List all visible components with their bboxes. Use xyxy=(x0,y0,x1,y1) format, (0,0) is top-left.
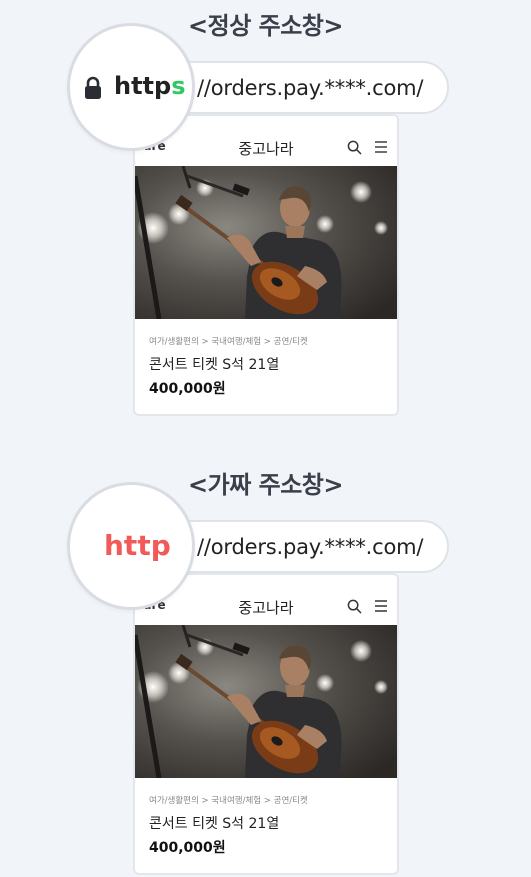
product-photo xyxy=(135,625,397,778)
category-breadcrumb[interactable]: 여가/생활편의 > 국내여행/체험 > 공연/티켓 xyxy=(149,794,308,806)
url-scheme-https: https xyxy=(114,72,186,100)
scheme-http-part: http xyxy=(114,72,172,100)
search-icon[interactable] xyxy=(347,140,362,155)
product-photo xyxy=(135,166,397,319)
product-title: 콘서트 티켓 S석 21열 xyxy=(149,816,280,832)
product-price: 400,000원 xyxy=(149,840,226,856)
category-breadcrumb[interactable]: 여가/생활편의 > 국내여행/체험 > 공연/티켓 xyxy=(149,335,308,347)
url-text: //orders.pay.****.com/ xyxy=(197,535,424,559)
scheme-s-part: s xyxy=(171,72,186,100)
normal-heading: <정상 주소창> xyxy=(188,12,343,40)
search-icon[interactable] xyxy=(347,599,362,614)
url-text: //orders.pay.****.com/ xyxy=(197,76,424,100)
product-card[interactable]: ure 중고나라 xyxy=(133,573,399,875)
magnifier-circle: http xyxy=(67,482,195,610)
url-scheme-http: http xyxy=(104,529,171,562)
product-card[interactable]: ure 중고나라 xyxy=(133,114,399,416)
menu-icon[interactable] xyxy=(374,599,388,613)
magnifier-circle: https xyxy=(67,23,195,151)
menu-icon[interactable] xyxy=(374,140,388,154)
product-title: 콘서트 티켓 S석 21열 xyxy=(149,357,280,373)
fake-heading: <가짜 주소창> xyxy=(188,471,343,499)
lock-icon xyxy=(85,76,101,99)
product-price: 400,000원 xyxy=(149,381,226,397)
